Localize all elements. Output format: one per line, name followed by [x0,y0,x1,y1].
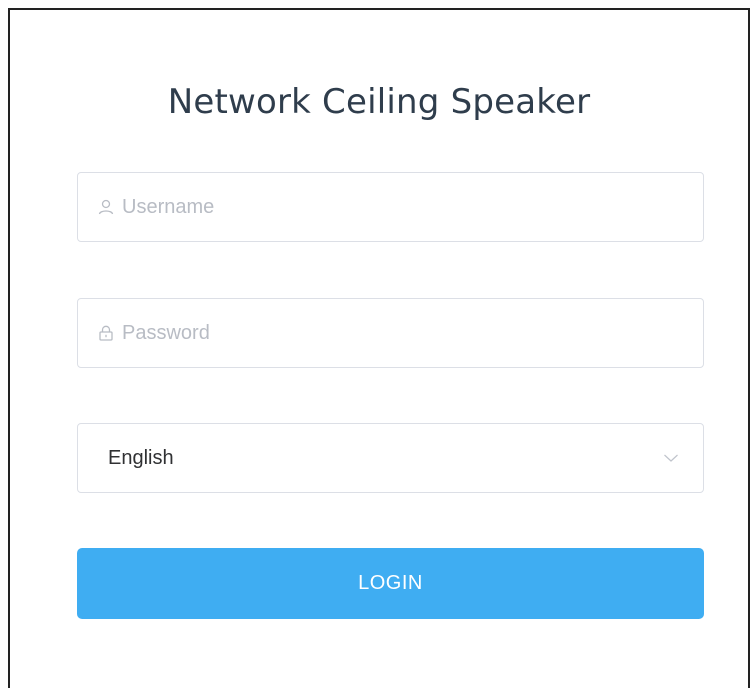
password-field[interactable] [77,298,704,368]
username-input[interactable] [122,173,703,241]
password-input[interactable] [122,299,703,367]
language-select[interactable]: English [77,423,704,493]
login-button[interactable]: LOGIN [77,548,704,619]
chevron-down-icon[interactable] [661,448,681,468]
language-select-value: English [108,446,174,469]
lock-icon [98,325,114,341]
login-card: Network Ceiling Speaker English LOGI [8,8,750,688]
user-icon [98,199,114,215]
page-title: Network Ceiling Speaker [167,82,591,122]
username-field[interactable] [77,172,704,242]
